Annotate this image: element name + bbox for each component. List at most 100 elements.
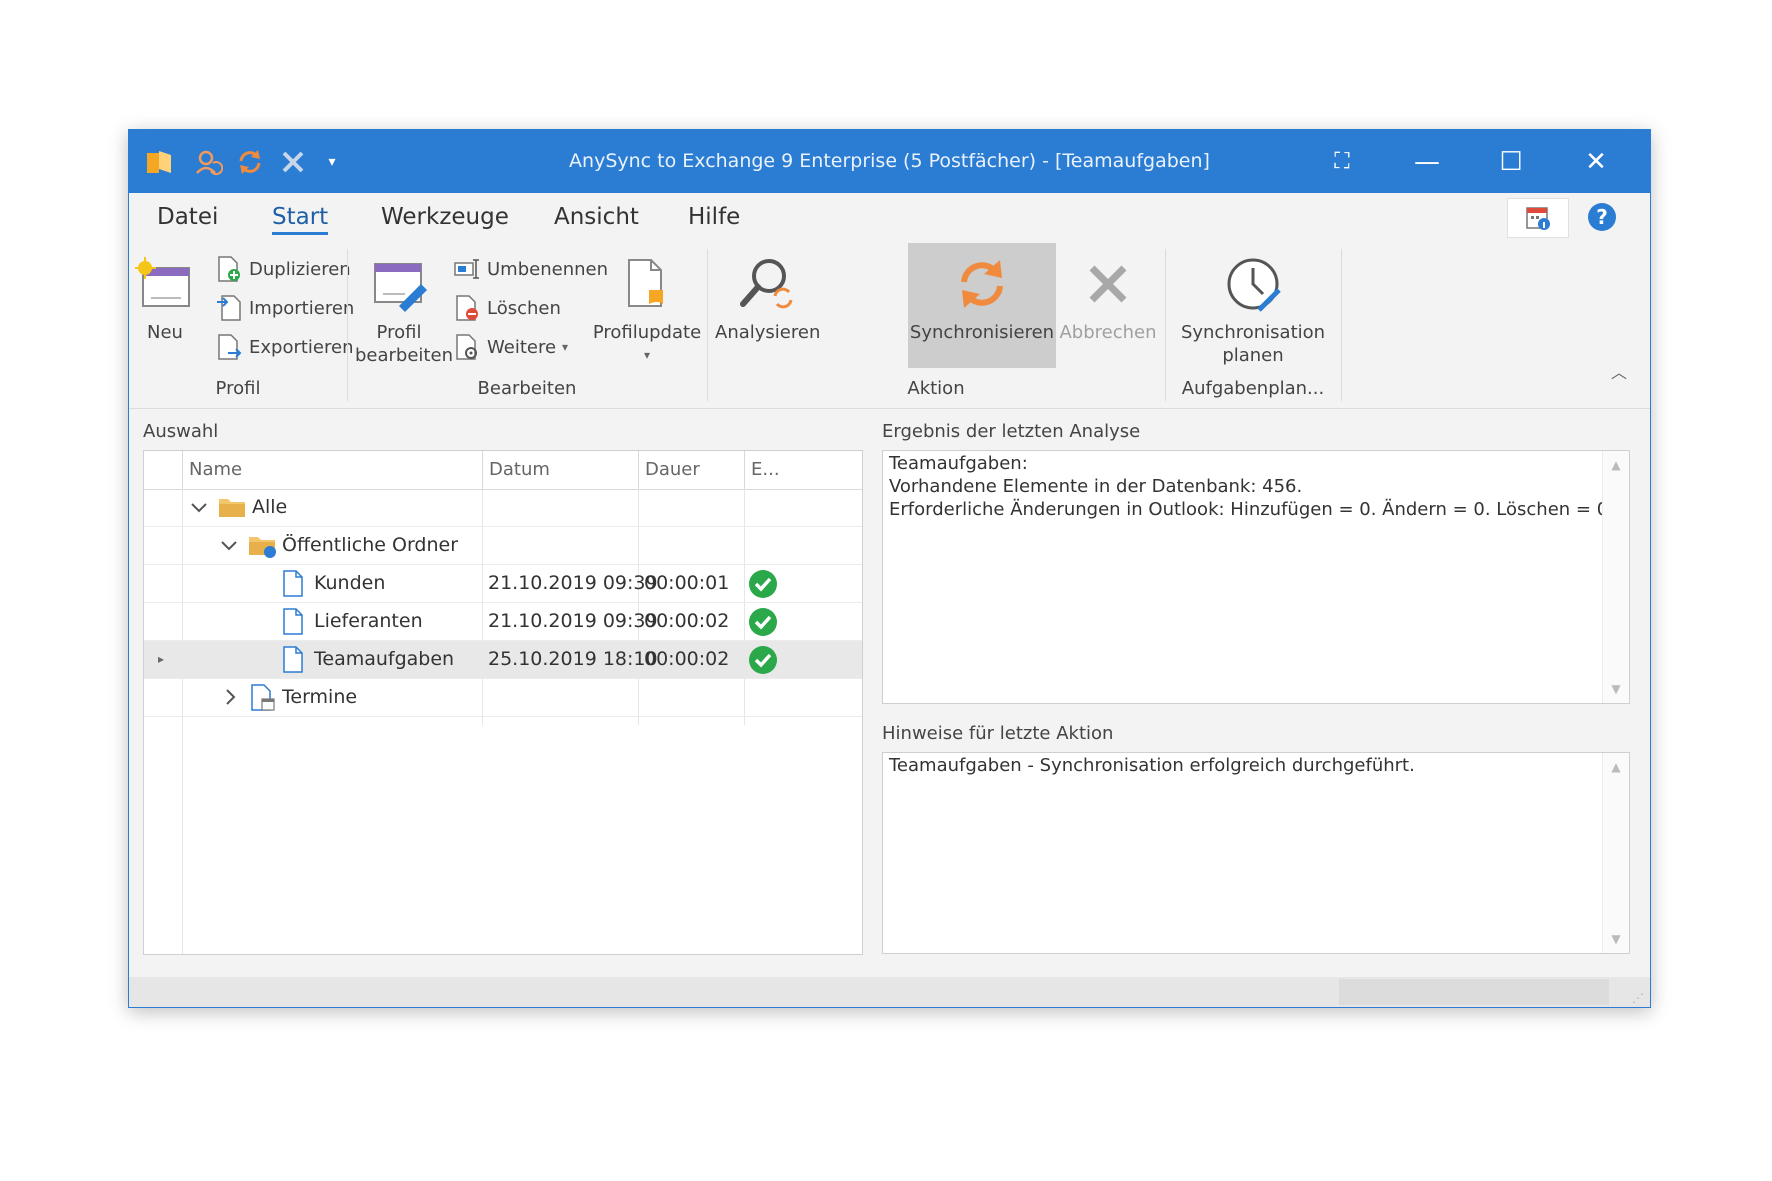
hints-textbox[interactable]: Teamaufgaben - Synchronisation erfolgrei… [882,752,1630,954]
analysis-line: Vorhandene Elemente in der Datenbank: 45… [889,476,1303,497]
rename-icon [451,254,483,284]
check-circle-icon [748,645,778,674]
table-row[interactable]: Öffentliche Ordner [144,527,862,565]
selection-label: Auswahl [143,421,219,442]
column-header-e[interactable]: E... [744,451,782,489]
table-row-selected[interactable]: ▸ Teamaufgaben 25.10.2019 18:10 00:00:02 [144,641,862,679]
row-name: Termine [282,686,358,708]
row-name: Teamaufgaben [314,648,455,670]
sync-profile-icon[interactable] [187,130,229,193]
minimize-button[interactable]: — [1385,130,1469,193]
profile-update-button[interactable]: Profilupdate ▾ [591,247,703,367]
delete-icon [451,293,483,323]
document-icon [282,646,304,673]
analysis-line: Erforderliche Änderungen in Outlook: Hin… [889,499,1614,520]
chevron-down-icon: ▾ [562,340,569,354]
hints-label: Hinweise für letzte Aktion [882,723,1114,744]
document-icon [282,570,304,597]
row-date: 21.10.2019 09:39 [488,610,658,632]
hints-text: Teamaufgaben - Synchronisation erfolgrei… [889,755,1415,776]
schedule-sync-label-2: planen [1222,345,1284,366]
row-date: 21.10.2019 09:39 [488,572,658,594]
menu-hilfe[interactable]: Hilfe [688,193,740,241]
analyze-button[interactable]: Analysieren [715,247,821,344]
help-icon[interactable]: ? [1572,198,1632,236]
import-button[interactable]: Importieren [213,288,354,328]
new-profile-icon [135,247,195,321]
table-row[interactable]: Lieferanten 21.10.2019 09:39 00:00:02 [144,603,862,641]
table-row[interactable]: Alle [144,489,862,527]
chevron-down-icon[interactable] [220,527,238,564]
ribbon-separator [1341,249,1342,401]
schedule-sync-label-1: Synchronisation [1180,322,1326,343]
row-duration: 00:00:01 [644,572,730,594]
profile-update-label: Profilupdate [592,322,702,343]
calendar-info-icon[interactable] [1507,198,1569,238]
export-button[interactable]: Exportieren [213,327,353,367]
scroll-up-icon[interactable]: ▲ [1603,453,1629,477]
edit-profile-button[interactable]: Profil bearbeiten [355,247,453,367]
scroll-up-icon[interactable]: ▲ [1603,755,1629,779]
status-progress-area [1339,979,1609,1005]
menu-werkzeuge[interactable]: Werkzeuge [381,193,509,241]
import-label: Importieren [249,297,355,319]
analyze-label: Analysieren [715,322,821,343]
export-icon [213,332,245,362]
menu-datei[interactable]: Datei [157,193,218,241]
dropdown-arrow-icon[interactable]: ▾ [311,130,353,193]
chevron-down-icon: ▾ [643,348,651,362]
cancel-x-icon [1057,247,1159,321]
chevron-down-icon[interactable] [190,489,208,526]
edit-profile-label-1: Profil [376,322,422,343]
cancel-button[interactable]: Abbrechen [1057,247,1159,344]
refresh-icon[interactable] [229,130,271,193]
collapse-ribbon-icon[interactable]: ︿ [1611,359,1627,383]
close-button[interactable]: ✕ [1554,130,1638,193]
sync-button[interactable]: Synchronisieren [908,247,1056,344]
clock-icon [1173,247,1333,321]
selection-grid: Name Datum Dauer E... Alle Öffentliche O… [143,450,863,955]
table-row[interactable]: Termine [144,679,862,717]
export-label: Exportieren [249,336,354,358]
resize-grip-icon[interactable]: ⋰ [1632,991,1644,1005]
check-circle-icon [748,569,778,598]
more-button[interactable]: Weitere ▾ [451,327,568,367]
menu-ansicht[interactable]: Ansicht [554,193,639,241]
folder-icon [218,495,246,520]
rename-label: Umbenennen [487,258,608,280]
column-header-date[interactable]: Datum [482,451,638,489]
row-date: 25.10.2019 18:10 [488,648,658,670]
public-folder-icon [248,533,278,558]
duplicate-button[interactable]: Duplizieren [213,249,351,289]
schedule-sync-button[interactable]: Synchronisation planen [1173,247,1333,367]
rename-button[interactable]: Umbenennen [451,249,608,289]
group-label-aktion: Aktion [907,378,965,399]
cancel-icon[interactable] [272,130,314,193]
new-label: Neu [147,322,183,343]
scroll-down-icon[interactable]: ▼ [1603,677,1629,701]
analysis-scrollbar[interactable]: ▲ ▼ [1602,451,1629,703]
table-row[interactable]: Kunden 21.10.2019 09:39 00:00:01 [144,565,862,603]
profile-update-icon [591,247,703,321]
scroll-down-icon[interactable]: ▼ [1603,927,1629,951]
sync-label: Synchronisieren [909,322,1055,343]
calendar-document-icon [250,684,276,711]
fullscreen-icon[interactable]: ⛶ [1300,130,1384,193]
chevron-right-icon[interactable] [224,679,238,716]
maximize-button[interactable]: ☐ [1469,130,1553,193]
window-title: AnySync to Exchange 9 Enterprise (5 Post… [569,150,1210,172]
grid-header: Name Datum Dauer E... [144,451,862,490]
menu-start[interactable]: Start [272,193,329,241]
delete-button[interactable]: Löschen [451,288,561,328]
app-logo-icon[interactable] [139,130,181,193]
new-button[interactable]: Neu [135,247,195,344]
column-header-duration[interactable]: Dauer [638,451,744,489]
edit-profile-label-2: bearbeiten [355,345,453,366]
row-duration: 00:00:02 [644,648,730,670]
more-label: Weitere [487,336,557,358]
column-header-name[interactable]: Name [182,451,482,489]
row-name: Lieferanten [314,610,423,632]
group-label-bearbeiten: Bearbeiten [477,378,577,399]
analysis-textbox[interactable]: Teamaufgaben: Vorhandene Elemente in der… [882,450,1630,704]
hints-scrollbar[interactable]: ▲ ▼ [1602,753,1629,953]
